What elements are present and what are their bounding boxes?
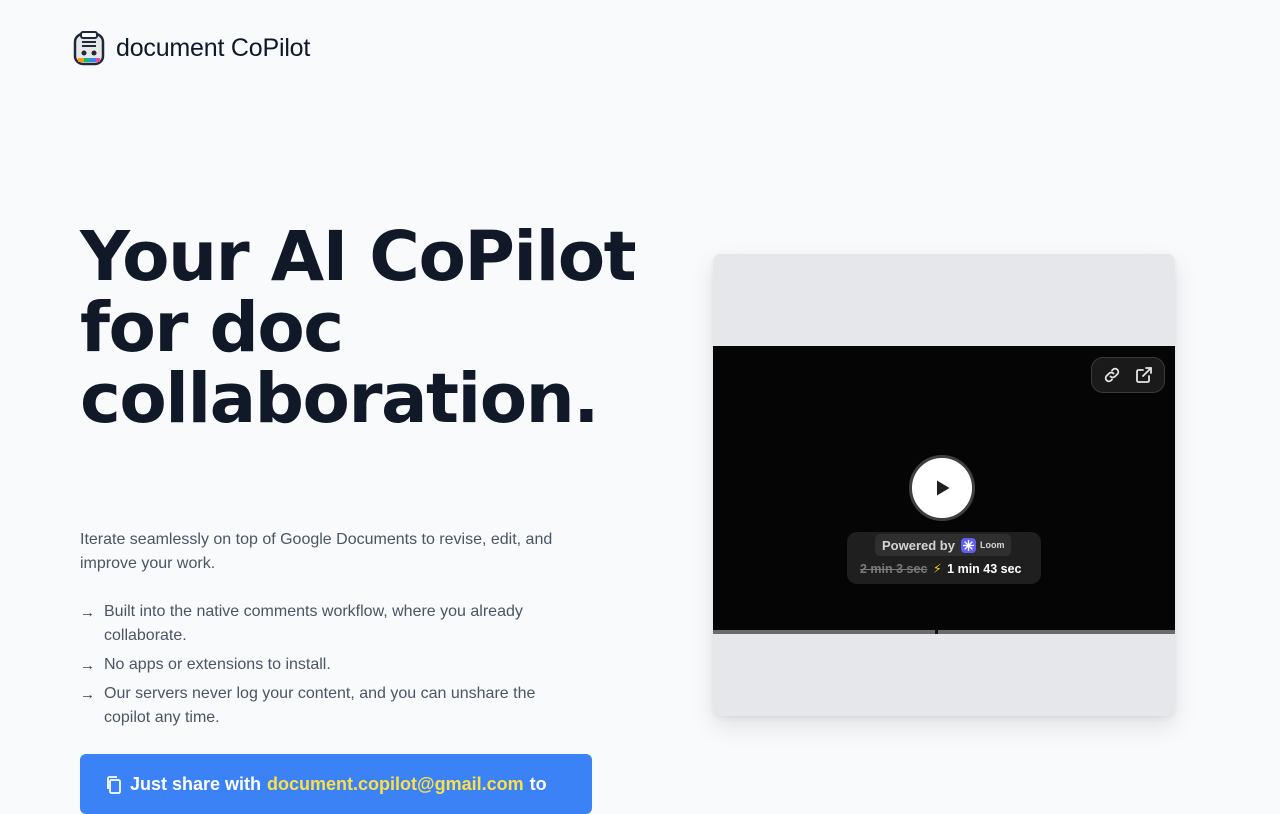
arrow-right-icon: →: [80, 657, 95, 674]
cta-suffix: to: [529, 774, 547, 794]
arrow-right-icon: →: [80, 686, 95, 703]
hero-title: Your AI CoPilot for doc collaboration.: [80, 217, 637, 439]
play-button[interactable]: [909, 455, 975, 521]
hero-subtitle: Iterate seamlessly on top of Google Docu…: [80, 531, 553, 572]
video-duration: 2 min 3 sec ⚡ 1 min 43 sec: [860, 561, 1022, 576]
share-email-button[interactable]: Just share with document.copilot@gmail.c…: [80, 754, 592, 814]
loom-logo: Loom: [960, 537, 1005, 553]
play-icon: [937, 480, 950, 496]
original-duration: 2 min 3 sec: [860, 562, 928, 576]
link-icon[interactable]: [1102, 365, 1122, 385]
powered-by-badge[interactable]: Powered by Loom: [875, 534, 1012, 556]
copy-icon: [107, 776, 121, 794]
brand[interactable]: document CoPilot: [72, 30, 310, 66]
video-actions: [1091, 357, 1165, 393]
feature-list: → Built into the native comments workflo…: [80, 600, 580, 735]
feature-text: No apps or extensions to install.: [104, 656, 331, 673]
feature-item: → Built into the native comments workflo…: [80, 600, 580, 648]
feature-item: → No apps or extensions to install.: [80, 653, 580, 677]
cta-email: document.copilot@gmail.com: [267, 774, 524, 794]
progress-marker: [934, 629, 938, 634]
loom-icon: [960, 537, 976, 553]
video-progress-bar[interactable]: [713, 629, 1175, 634]
external-link-icon[interactable]: [1134, 365, 1154, 385]
fast-duration: 1 min 43 sec: [947, 562, 1022, 576]
video-player[interactable]: Powered by Loom 2 min 3 sec ⚡ 1 min 43 s…: [713, 346, 1175, 634]
feature-item: → Our servers never log your content, an…: [80, 682, 580, 730]
brand-name: document CoPilot: [116, 33, 311, 62]
feature-text: Built into the native comments workflow,…: [104, 603, 523, 644]
powered-by-label: Powered by: [882, 537, 955, 553]
bolt-icon: ⚡: [932, 562, 942, 576]
video-embed-card: Powered by Loom 2 min 3 sec ⚡ 1 min 43 s…: [713, 254, 1175, 716]
loom-wordmark: Loom: [979, 540, 1005, 550]
feature-text: Our servers never log your content, and …: [104, 685, 536, 726]
video-meta: Powered by Loom 2 min 3 sec ⚡ 1 min 43 s…: [847, 532, 1041, 584]
arrow-right-icon: →: [80, 604, 95, 621]
robot-document-icon: [73, 31, 105, 66]
cta-prefix: Just share with: [130, 774, 262, 794]
